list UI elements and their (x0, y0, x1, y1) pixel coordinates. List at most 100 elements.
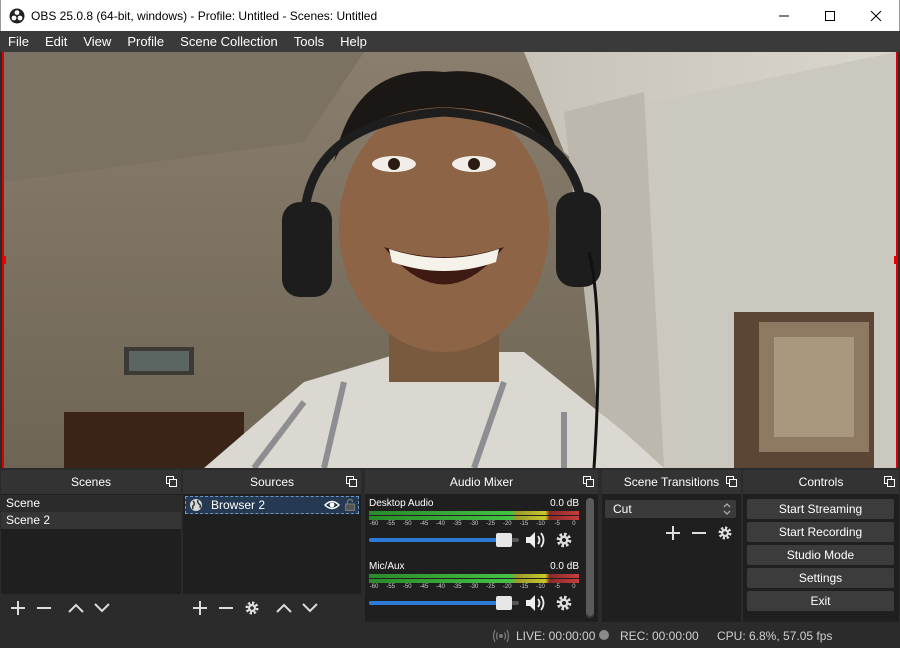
menu-file[interactable]: File (0, 31, 37, 52)
sources-dock-header: Sources (183, 470, 361, 494)
spinner-arrows-icon[interactable] (722, 502, 732, 516)
scene-transitions-title: Scene Transitions (623, 475, 720, 489)
remove-scene-button[interactable] (31, 597, 57, 619)
undock-icon[interactable] (884, 476, 895, 487)
transition-select[interactable]: Cut (605, 500, 736, 518)
scenes-dock-header: Scenes (1, 470, 181, 494)
studio-mode-button[interactable]: Studio Mode (747, 545, 894, 565)
scene-item[interactable]: Scene (1, 495, 181, 512)
undock-icon[interactable] (346, 476, 357, 487)
sources-dock: Sources Browser 2 (183, 470, 361, 622)
move-source-down-button[interactable] (297, 597, 323, 619)
webcam-preview-image (4, 52, 896, 468)
volume-slider[interactable] (369, 533, 519, 547)
channel-db: 0.0 dB (550, 561, 579, 572)
source-name: Browser 2 (211, 498, 266, 512)
sources-toolbar (183, 594, 361, 622)
cpu-fps-status: CPU: 6.8%, 57.05 fps (717, 629, 833, 643)
chevron-up-icon (276, 603, 292, 613)
move-scene-down-button[interactable] (89, 597, 115, 619)
plus-icon (193, 601, 207, 615)
channel-db: 0.0 dB (550, 498, 579, 509)
meter-scale: -60 -55 -50 -45 -40 -35 -30 -25 -20 -15 -10 -5 0 (369, 584, 576, 590)
gear-icon (718, 526, 732, 540)
menu-edit[interactable]: Edit (37, 31, 75, 52)
menu-profile[interactable]: Profile (119, 31, 172, 52)
sources-dock-title: Sources (249, 475, 295, 489)
gear-icon (245, 601, 259, 615)
scene-item[interactable]: Scene 2 (1, 512, 181, 529)
menu-scene-collection[interactable]: Scene Collection (172, 31, 286, 52)
move-source-up-button[interactable] (271, 597, 297, 619)
menu-tools[interactable]: Tools (286, 31, 332, 52)
mixer-scrollbar-thumb[interactable] (586, 498, 594, 616)
close-button[interactable] (853, 0, 899, 31)
add-source-button[interactable] (187, 597, 213, 619)
menu-help[interactable]: Help (332, 31, 375, 52)
mixer-scrollbar[interactable] (586, 498, 594, 618)
speaker-icon[interactable] (525, 594, 547, 612)
add-scene-button[interactable] (5, 597, 31, 619)
scene-transitions-dock: Scene Transitions Cut (602, 470, 741, 622)
minimize-icon (779, 15, 789, 16)
record-indicator-icon (599, 630, 609, 640)
mixer-channel-mic-aux: Mic/Aux 0.0 dB -60 -55 -50 -45 -40 -35 -30 -25-… (369, 561, 579, 612)
start-streaming-button[interactable]: Start Streaming (747, 499, 894, 519)
remove-source-button[interactable] (213, 597, 239, 619)
move-scene-up-button[interactable] (63, 597, 89, 619)
menu-view[interactable]: View (75, 31, 119, 52)
volume-slider-fill (369, 538, 512, 542)
menu-bar: File Edit View Profile Scene Collection … (0, 31, 900, 52)
status-bar: LIVE: 00:00:00 REC: 00:00:00 CPU: 6.8%, … (0, 624, 900, 648)
audio-mixer-dock: Audio Mixer Desktop Audio 0.0 dB -60 -55-… (365, 470, 598, 622)
exit-button[interactable]: Exit (747, 591, 894, 611)
obs-logo-icon (9, 8, 25, 23)
transition-properties-button[interactable] (712, 522, 738, 544)
scene-transitions-header: Scene Transitions (602, 470, 741, 494)
eye-icon[interactable] (324, 500, 340, 510)
controls-header: Controls (743, 470, 899, 494)
undock-icon[interactable] (726, 476, 737, 487)
volume-slider-handle[interactable] (495, 596, 512, 610)
globe-icon (190, 499, 202, 511)
minimize-button[interactable] (761, 0, 807, 31)
source-properties-button[interactable] (239, 597, 265, 619)
volume-meter (369, 511, 579, 520)
maximize-icon (825, 10, 835, 21)
source-item[interactable]: Browser 2 (185, 496, 359, 514)
maximize-button[interactable] (807, 0, 853, 31)
start-recording-button[interactable]: Start Recording (747, 522, 894, 542)
mixer-channel-desktop-audio: Desktop Audio 0.0 dB -60 -55 -50 -45 -40 -35-… (369, 498, 579, 549)
remove-transition-button[interactable] (686, 522, 712, 544)
minus-icon (219, 607, 233, 609)
chevron-up-icon (68, 603, 84, 613)
title-bar: OBS 25.0.8 (64-bit, windows) - Profile: … (0, 0, 900, 31)
volume-slider-handle[interactable] (495, 533, 512, 547)
meter-scale: -60 -55 -50 -45 -40 -35 -30 -25 -20 -15 -10 -5 0 (369, 521, 576, 527)
speaker-icon[interactable] (525, 531, 547, 549)
plus-icon (666, 526, 680, 540)
scenes-list[interactable]: Scene Scene 2 (1, 495, 181, 529)
broadcast-icon (492, 629, 510, 643)
audio-mixer-header: Audio Mixer (365, 470, 598, 494)
dock-area: Scenes Scene Scene 2 Sources Browser 2 A… (0, 470, 900, 624)
volume-slider[interactable] (369, 596, 519, 610)
add-transition-button[interactable] (660, 522, 686, 544)
scenes-dock: Scenes Scene Scene 2 (1, 470, 181, 622)
unlock-icon[interactable] (345, 499, 355, 511)
live-status: LIVE: 00:00:00 (516, 629, 596, 643)
gear-icon[interactable] (555, 531, 573, 549)
settings-button[interactable]: Settings (747, 568, 894, 588)
channel-name: Mic/Aux (369, 561, 405, 572)
window-title: OBS 25.0.8 (64-bit, windows) - Profile: … (31, 8, 378, 23)
controls-title: Controls (798, 475, 844, 489)
undock-icon[interactable] (583, 476, 594, 487)
resize-handle-right[interactable] (894, 256, 896, 264)
undock-icon[interactable] (166, 476, 177, 487)
preview-canvas[interactable] (2, 52, 898, 468)
scenes-dock-title: Scenes (70, 475, 112, 489)
channel-name: Desktop Audio (369, 498, 434, 509)
gear-icon[interactable] (555, 594, 573, 612)
minus-icon (37, 607, 51, 609)
resize-handle-left[interactable] (4, 256, 6, 264)
